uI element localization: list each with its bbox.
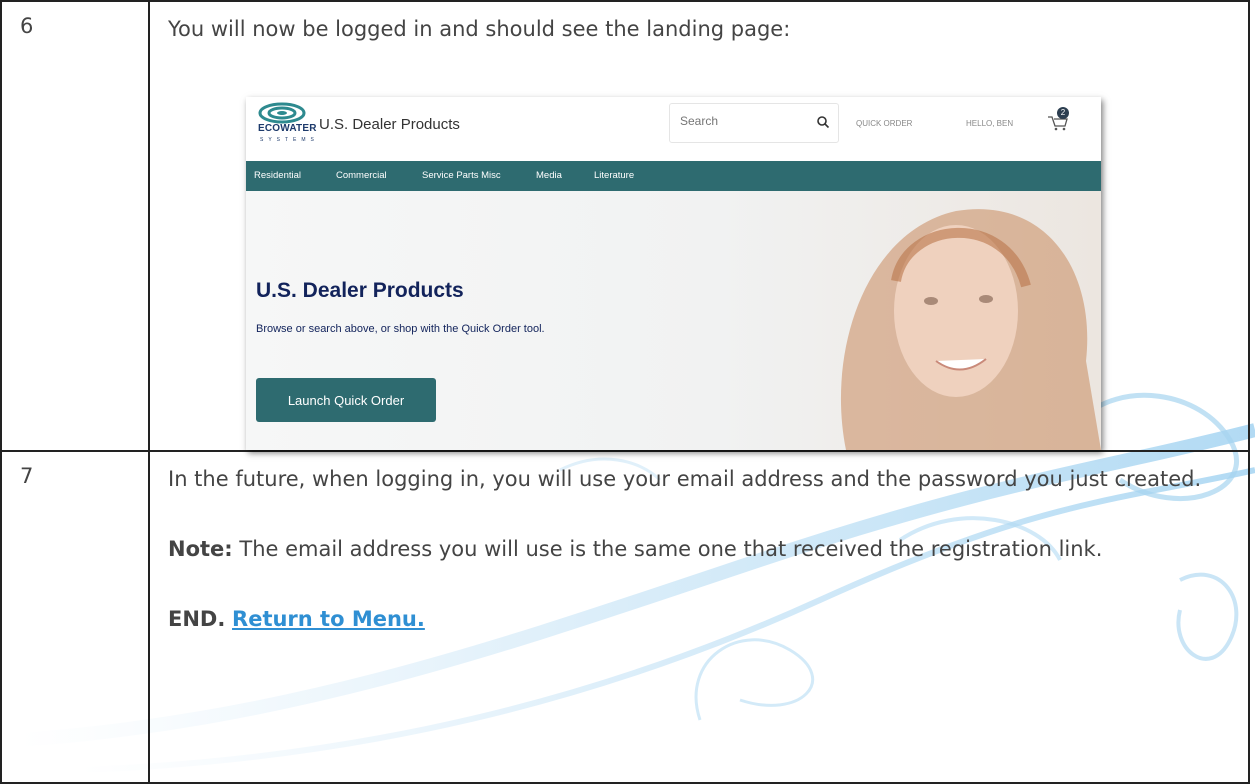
step-number: 6 [20,14,34,38]
nav-item-literature[interactable]: Literature [594,170,634,181]
landing-page-screenshot: ECOWATER SYSTEMS U.S. Dealer Products QU… [246,97,1101,450]
end-paragraph: END. Return to Menu. [168,602,1230,637]
step-content-cell: You will now be logged in and should see… [148,0,1250,452]
nav-item-media[interactable]: Media [536,170,562,181]
quick-order-link[interactable]: QUICK ORDER [856,119,912,128]
site-header: ECOWATER SYSTEMS U.S. Dealer Products QU… [246,97,1101,161]
end-label: END. [168,607,226,631]
step-number-cell: 7 [0,450,150,784]
note-paragraph: Note: The email address you will use is … [168,532,1230,567]
table-row: 7 In the future, when logging in, you wi… [0,450,1250,784]
instructions-table: 6 You will now be logged in and should s… [0,0,1250,784]
step-text: You will now be logged in and should see… [168,17,791,41]
table-row: 6 You will now be logged in and should s… [0,0,1250,452]
logo-subtext: SYSTEMS [260,137,319,143]
nav-item-residential[interactable]: Residential [254,170,301,181]
search-icon[interactable] [816,115,830,129]
search-input[interactable] [678,113,802,129]
account-greeting[interactable]: HELLO, BEN [966,119,1013,128]
launch-quick-order-button[interactable]: Launch Quick Order [256,378,436,422]
return-to-menu-link[interactable]: Return to Menu. [232,607,425,631]
hero-banner: U.S. Dealer Products Browse or search ab… [246,191,1101,450]
nav-item-service-parts[interactable]: Service Parts Misc [422,170,501,181]
step-text: In the future, when logging in, you will… [168,467,1202,491]
search-box[interactable] [669,103,839,143]
site-title[interactable]: U.S. Dealer Products [319,116,460,133]
hero-title: U.S. Dealer Products [256,279,464,302]
main-nav: Residential Commercial Service Parts Mis… [246,161,1101,191]
step-number-cell: 6 [0,0,150,452]
hero-woman-image [840,209,1101,450]
hero-subtitle: Browse or search above, or shop with the… [256,323,545,335]
note-text: The email address you will use is the sa… [232,537,1103,561]
nav-item-commercial[interactable]: Commercial [336,170,387,181]
step-content-cell: In the future, when logging in, you will… [148,450,1250,784]
step-number: 7 [20,464,34,488]
logo-text: ECOWATER [258,123,317,134]
note-label: Note: [168,537,233,561]
cart-count-badge: 2 [1057,107,1069,119]
